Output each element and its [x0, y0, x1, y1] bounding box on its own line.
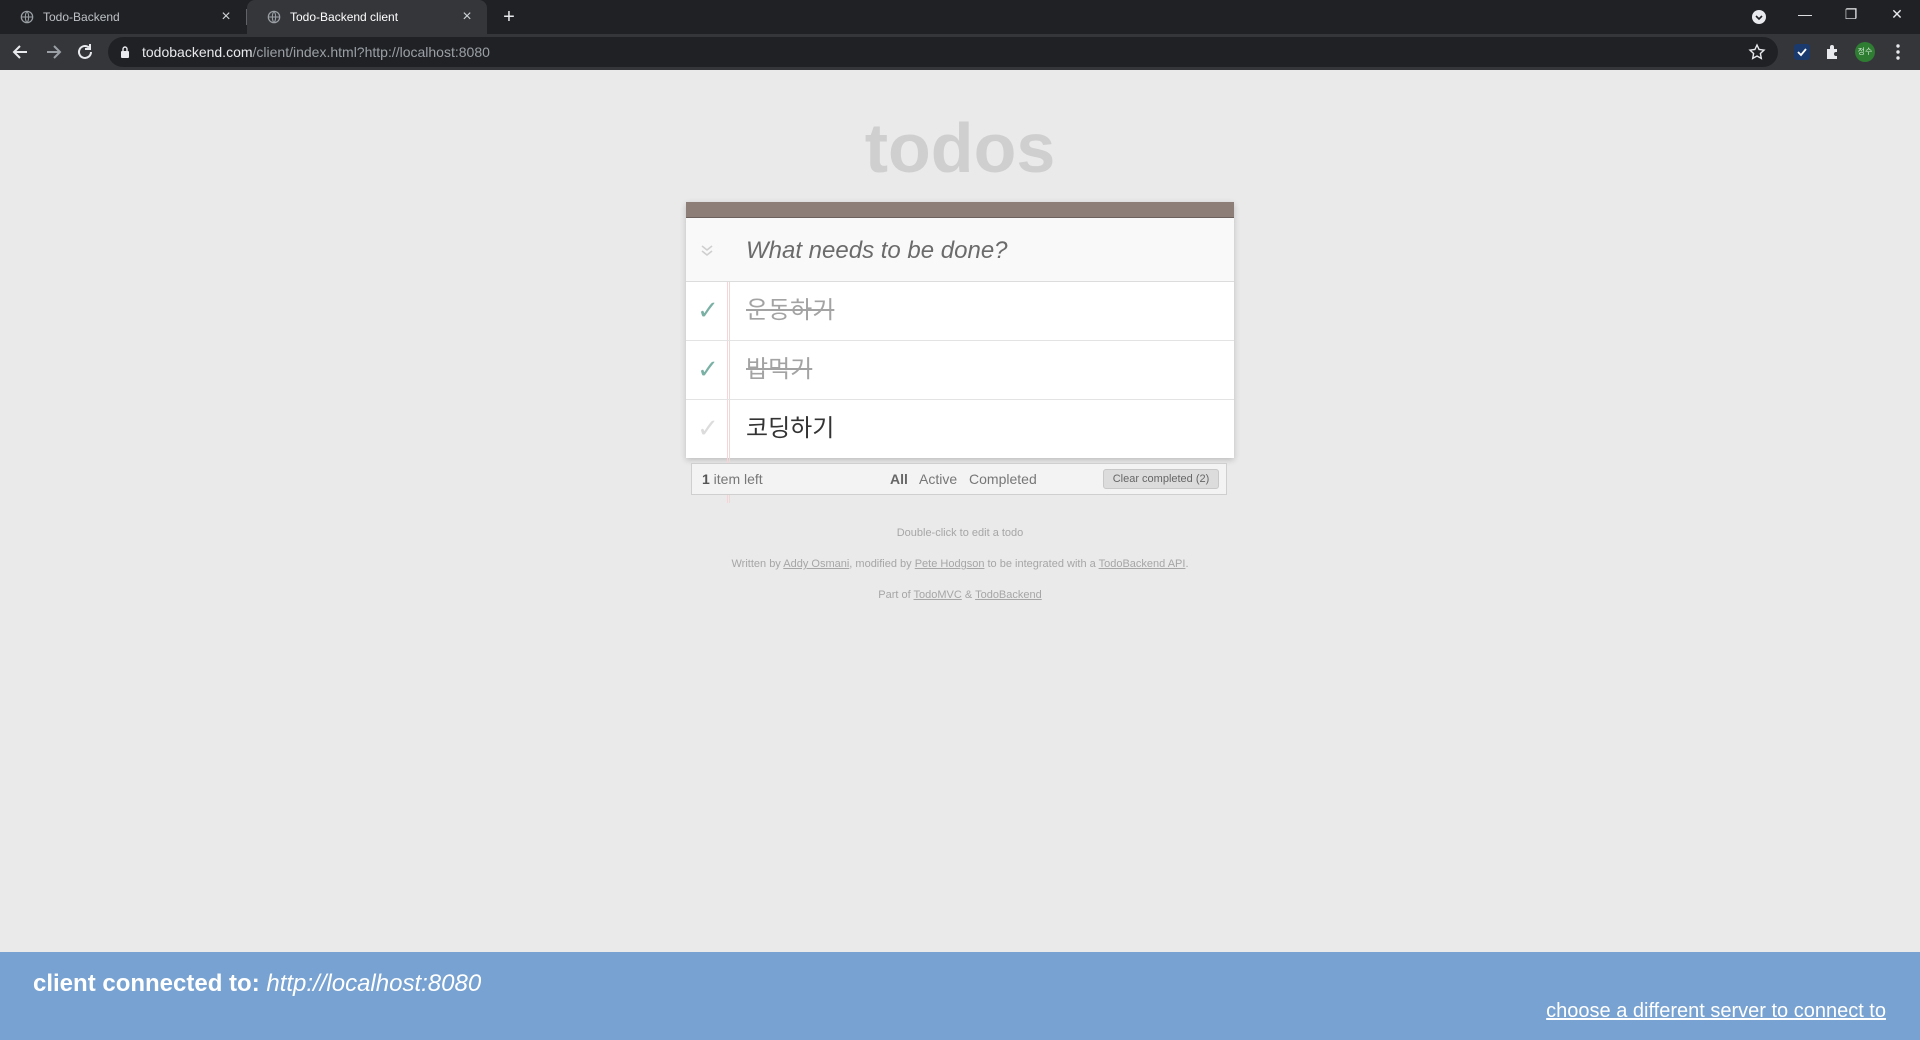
connection-status: client connected to: http://localhost:80… [33, 970, 481, 998]
window-close-button[interactable]: ✕ [1874, 0, 1920, 30]
credits-text: . [1185, 558, 1189, 570]
more-menu-icon[interactable] [1890, 43, 1906, 61]
url-text[interactable]: todobackend.com/client/index.html?http:/… [142, 44, 490, 60]
globe-icon [267, 10, 281, 24]
todo-footer: 1 item left All Active Completed Clear c… [691, 463, 1227, 495]
api-link[interactable]: TodoBackend API [1099, 558, 1186, 570]
tab-todo-backend-client[interactable]: Todo-Backend client × [247, 0, 487, 34]
todo-label[interactable]: 코딩하기 [746, 413, 834, 443]
avatar[interactable]: 정수 [1855, 42, 1875, 62]
new-tab-button[interactable]: + [496, 4, 522, 30]
credits-text: to be integrated with a [984, 558, 1099, 570]
restore-button[interactable]: ❐ [1828, 0, 1874, 30]
checkbox-unchecked-icon[interactable]: ✓ [694, 413, 722, 443]
browser-tab-strip: Todo-Backend × Todo-Backend client × + —… [0, 0, 1920, 34]
author-link-pete[interactable]: Pete Hodgson [915, 558, 985, 570]
filter-all[interactable]: All [890, 471, 908, 487]
new-todo-row [686, 218, 1234, 282]
bookmark-star-icon[interactable] [1748, 43, 1766, 61]
todo-app: ✓ 운동하기 ✓ 밥먹기 ✓ 코딩하기 [686, 202, 1234, 503]
ampersand: & [961, 589, 976, 601]
checkbox-checked-icon[interactable]: ✓ [694, 354, 722, 384]
todomvc-link[interactable]: TodoMVC [914, 589, 962, 601]
minimize-button[interactable]: — [1782, 0, 1828, 30]
list-item[interactable]: ✓ 밥먹기 [686, 341, 1234, 400]
edit-hint: Double-click to edit a todo [896, 527, 1024, 539]
tab-todo-backend[interactable]: Todo-Backend × [0, 0, 246, 34]
back-arrow-icon[interactable] [11, 42, 31, 62]
items-left-count: 1 item left [702, 471, 763, 487]
reload-icon[interactable] [75, 42, 95, 62]
list-item[interactable]: ✓ 운동하기 [686, 282, 1234, 341]
close-icon[interactable]: × [218, 8, 234, 26]
tab-title: Todo-Backend client [290, 10, 399, 24]
url-host: todobackend.com [142, 44, 253, 60]
part-of-line: Part of TodoMVC & TodoBackend [0, 589, 1920, 601]
count-number: 1 [702, 471, 710, 487]
filter-completed[interactable]: Completed [969, 471, 1037, 487]
close-icon[interactable]: × [459, 8, 475, 26]
list-item[interactable]: ✓ 코딩하기 [686, 400, 1234, 458]
tab-search-icon[interactable] [1751, 9, 1767, 25]
count-suffix: item left [709, 471, 763, 487]
credits-text: , modified by [849, 558, 915, 570]
header-strip [686, 202, 1234, 218]
tab-title: Todo-Backend [43, 10, 120, 24]
connection-bar: client connected to: http://localhost:80… [0, 952, 1920, 1040]
todo-label[interactable]: 운동하기 [746, 295, 834, 325]
checkbox-checked-icon[interactable]: ✓ [694, 295, 722, 325]
forward-arrow-icon[interactable] [43, 42, 63, 62]
todo-label[interactable]: 밥먹기 [746, 354, 812, 384]
connection-server: http://localhost:8080 [266, 970, 482, 997]
page-title: todos [864, 109, 1056, 187]
credits-text: Written by [731, 558, 784, 570]
chevron-down-icon[interactable] [698, 241, 716, 259]
credits-line: Written by Addy Osmani, modified by Pete… [0, 558, 1920, 570]
connection-label: client connected to: [33, 970, 260, 997]
part-of-text: Part of [878, 589, 914, 601]
extension-check-icon[interactable] [1793, 43, 1811, 61]
new-todo-input[interactable] [744, 236, 1218, 266]
change-server-link[interactable]: choose a different server to connect to [1546, 1000, 1886, 1023]
filter-active[interactable]: Active [919, 471, 957, 487]
puzzle-icon[interactable] [1824, 43, 1842, 61]
todobackend-link[interactable]: TodoBackend [975, 589, 1042, 601]
author-link-addy[interactable]: Addy Osmani [783, 558, 849, 570]
address-bar[interactable]: todobackend.com/client/index.html?http:/… [108, 37, 1778, 67]
globe-icon [20, 10, 34, 24]
clear-completed-button[interactable]: Clear completed (2) [1103, 469, 1219, 489]
browser-toolbar: todobackend.com/client/index.html?http:/… [0, 34, 1920, 70]
url-path: /client/index.html?http://localhost:8080 [252, 44, 490, 60]
filters: All Active Completed [890, 471, 1045, 487]
lock-icon[interactable] [120, 46, 130, 58]
